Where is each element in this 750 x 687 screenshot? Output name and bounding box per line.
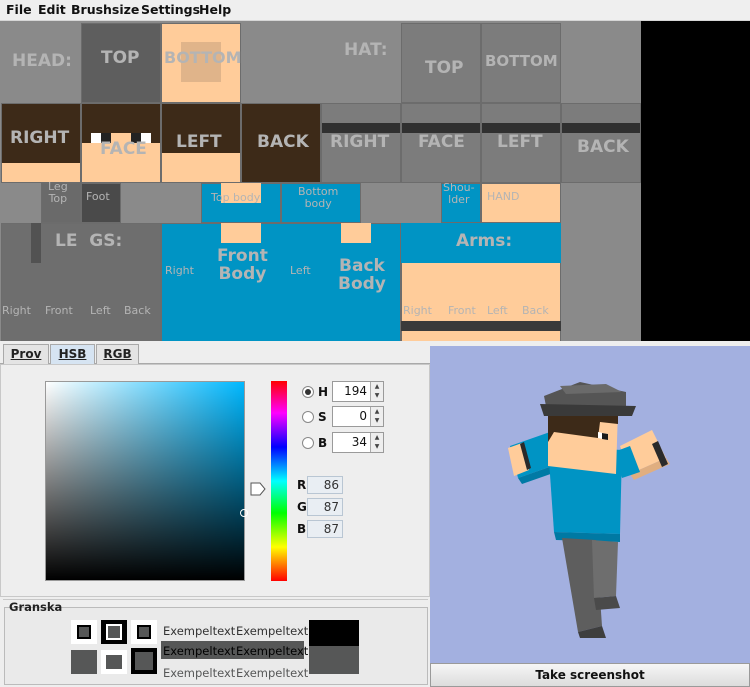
hsb-label-h: H <box>318 385 329 399</box>
skin-editor-app: File Edit Brushsize Settings Help HEAD: … <box>0 0 750 687</box>
label-top-body: Top body <box>211 191 261 204</box>
label-arm-right: Right <box>403 304 432 317</box>
rgb-label-g: G <box>297 500 307 514</box>
rgb-value-r: 86 <box>307 476 343 494</box>
label-hat-left: LEFT <box>497 132 543 152</box>
label-arm-left: Left <box>487 304 508 317</box>
label-foot: Foot <box>86 190 110 203</box>
hsb-radio-s[interactable] <box>302 411 314 423</box>
label-bottom: BOTTOM <box>164 48 242 67</box>
hsb-spinner-b[interactable]: 34 ▲ ▼ <box>332 432 384 453</box>
tab-prov[interactable]: Prov <box>3 344 49 364</box>
body-neck-front <box>221 223 261 243</box>
hsb-value-h: 194 <box>344 384 367 398</box>
label-front-body: Front Body <box>217 246 268 284</box>
swatch-sample-6-inner <box>135 652 153 670</box>
label-back-body: Back Body <box>338 256 386 294</box>
menu-bar: File Edit Brushsize Settings Help <box>0 0 750 21</box>
swatch-sample-3-inner <box>137 625 151 639</box>
hsb-spinner-h[interactable]: 194 ▲ ▼ <box>332 381 384 402</box>
hsb-value-b: 34 <box>351 435 367 449</box>
swatch-sample-2-inner <box>106 624 122 640</box>
menu-help[interactable]: Help <box>199 2 231 17</box>
sample-text-r2-a: Exempeltext <box>163 644 236 658</box>
swatch-sample-1-inner <box>77 625 91 639</box>
label-hat-top: TOP <box>425 58 464 78</box>
label-bottom-body: Bottom body <box>298 185 339 210</box>
hsb-radio-h[interactable] <box>302 386 314 398</box>
hsb-radio-b[interactable] <box>302 437 314 449</box>
label-leg-front: Front <box>45 304 73 317</box>
label-shoulder: Shou- lder <box>443 181 475 206</box>
label-body-left: Left <box>290 264 311 277</box>
rgb-label-r: R <box>297 478 307 492</box>
saturation-brightness-picker[interactable] <box>45 381 245 581</box>
menu-edit[interactable]: Edit <box>38 2 66 17</box>
body-neck-back <box>341 223 371 243</box>
hue-slider[interactable] <box>271 381 287 581</box>
label-arm-front: Front <box>448 304 476 317</box>
leg-shade-1 <box>31 223 41 263</box>
hsb-label-s: S <box>318 410 327 424</box>
sample-text-r2-b: Exempeltext <box>236 644 309 658</box>
label-hat-right: RIGHT <box>330 132 390 152</box>
label-legs: LE GS: <box>55 231 123 251</box>
label-head: HEAD: <box>12 51 72 71</box>
rgb-label-b: B <box>297 522 307 536</box>
label-back: BACK <box>257 132 309 152</box>
character-3d-preview[interactable] <box>430 346 750 663</box>
color-compare-previous <box>309 620 359 646</box>
hsb-value-s: 0 <box>359 409 367 423</box>
label-arms: Arms: <box>456 231 513 251</box>
label-right: RIGHT <box>10 128 70 148</box>
spinner-arrows-icon[interactable]: ▲ ▼ <box>370 433 383 452</box>
label-arm-back: Back <box>522 304 549 317</box>
label-hat: HAT: <box>344 40 388 60</box>
hsb-spinner-s[interactable]: 0 ▲ ▼ <box>332 406 384 427</box>
label-face: FACE <box>100 139 147 159</box>
label-leg-right: Right <box>2 304 31 317</box>
label-top: TOP <box>101 48 140 68</box>
arm-hand-cell[interactable] <box>481 183 561 223</box>
menu-brushsize[interactable]: Brushsize <box>71 2 139 17</box>
spinner-arrows-icon[interactable]: ▲ ▼ <box>370 407 383 426</box>
color-tabs: Prov HSB RGB <box>0 342 430 365</box>
character-model-icon <box>508 382 670 638</box>
tab-hsb[interactable]: HSB <box>50 344 95 365</box>
label-leg-left: Left <box>90 304 111 317</box>
label-hand: HAND <box>487 190 520 203</box>
sb-picker-cursor[interactable] <box>240 509 248 517</box>
arms-band <box>401 321 561 331</box>
sample-text-r1-a: Exempeltext <box>163 624 236 638</box>
rgb-value-b: 87 <box>307 520 343 538</box>
hue-slider-thumb-icon[interactable] <box>250 481 266 497</box>
label-leg-top: Leg Top <box>48 180 68 205</box>
menu-settings[interactable]: Settings <box>141 2 200 17</box>
swatch-sample-5-inner <box>106 655 122 669</box>
label-left: LEFT <box>176 132 222 152</box>
label-body-right: Right <box>165 264 194 277</box>
color-compare-current <box>309 646 359 674</box>
hsb-label-b: B <box>318 436 328 450</box>
sample-text-r3-a: Exempeltext <box>163 666 236 680</box>
label-leg-back: Back <box>124 304 151 317</box>
skin-texture-canvas[interactable]: HEAD: TOP BOTTOM HAT: TOP BOTTOM RIGHT F… <box>0 21 641 341</box>
tab-rgb[interactable]: RGB <box>96 344 139 364</box>
swatch-sample-4 <box>71 650 97 674</box>
label-hat-back: BACK <box>577 137 629 157</box>
spinner-arrows-icon[interactable]: ▲ ▼ <box>370 382 383 401</box>
label-hat-face: FACE <box>418 132 465 152</box>
take-screenshot-button[interactable]: Take screenshot <box>430 663 750 687</box>
canvas-unused-area <box>641 21 750 341</box>
foot-cell[interactable] <box>81 183 121 223</box>
label-hat-bottom: BOTTOM <box>485 52 558 70</box>
granska-title: Granska <box>9 600 63 614</box>
menu-file[interactable]: File <box>6 2 32 17</box>
rgb-value-g: 87 <box>307 498 343 516</box>
sample-text-r3-b: Exempeltext <box>236 666 309 680</box>
sample-text-r1-b: Exempeltext <box>236 624 309 638</box>
